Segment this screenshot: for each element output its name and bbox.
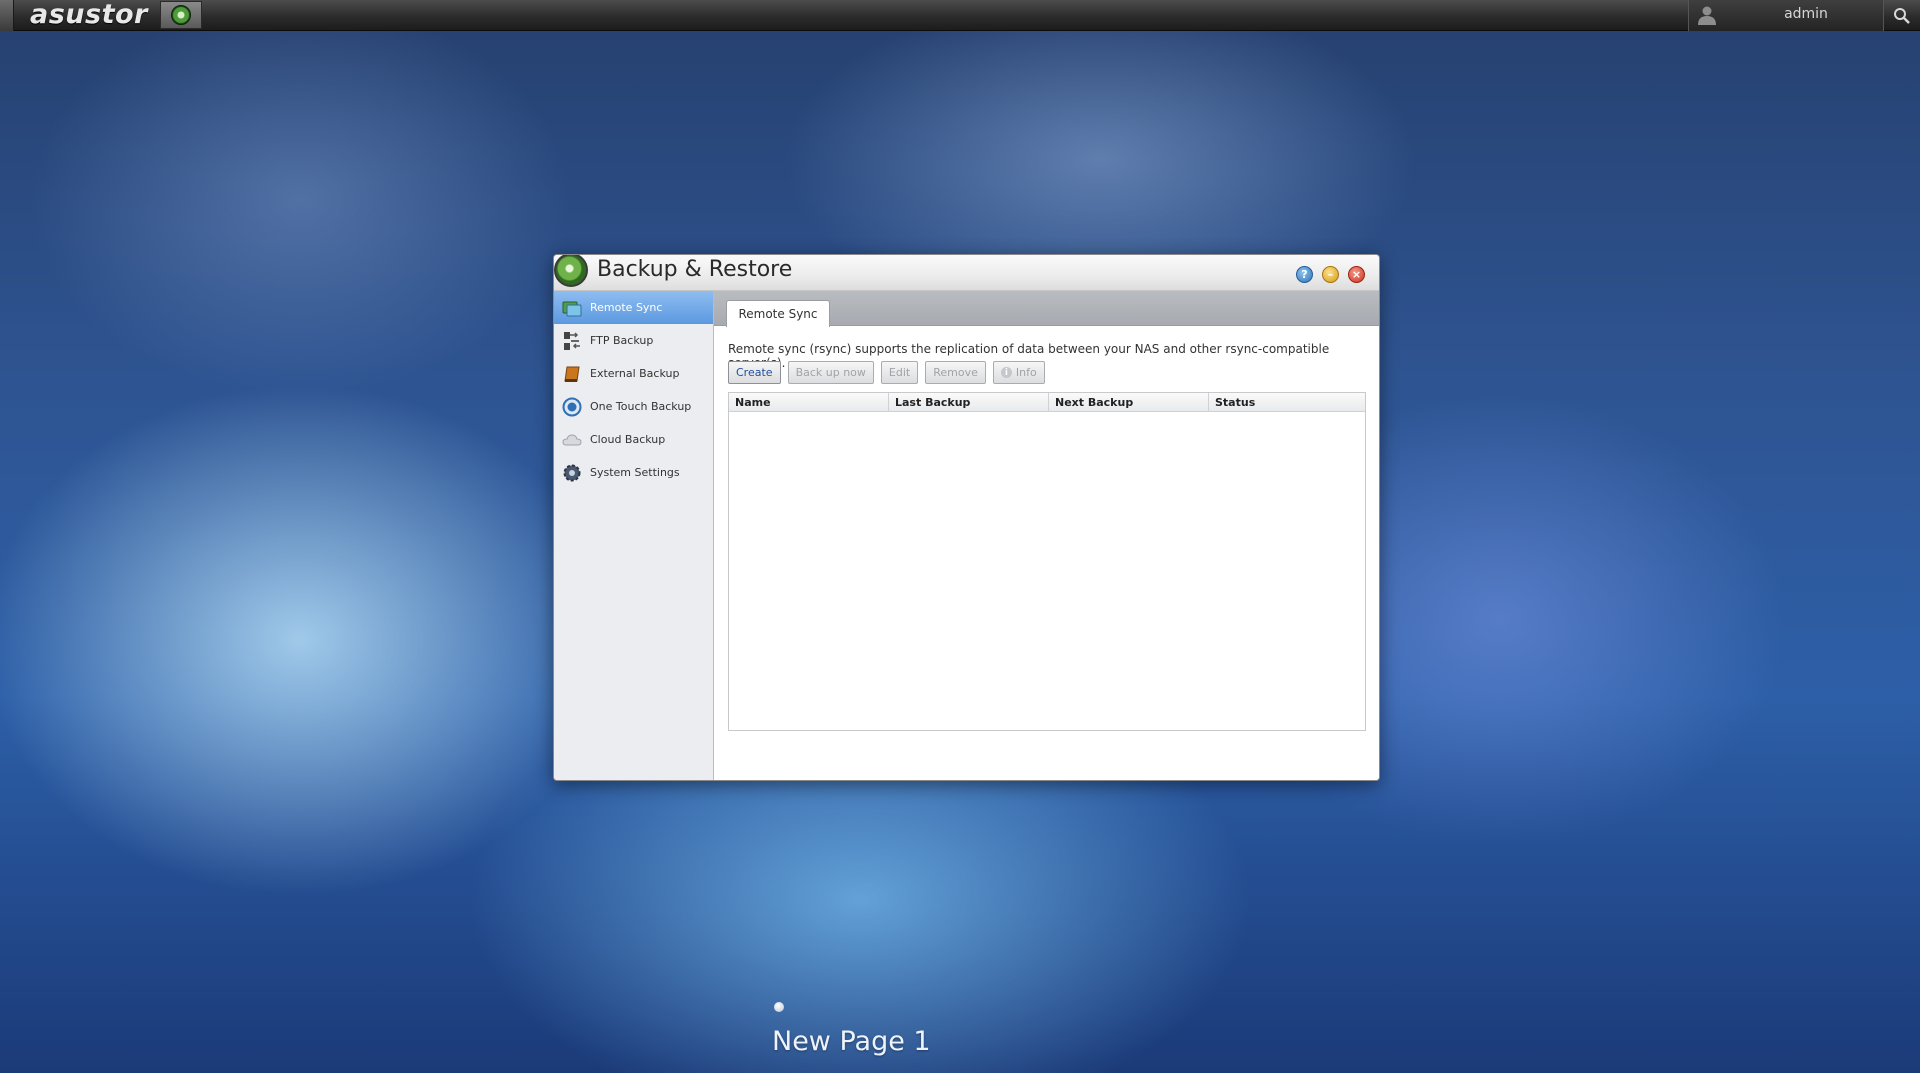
column-header-next-backup[interactable]: Next Backup xyxy=(1049,393,1209,411)
create-button[interactable]: Create xyxy=(728,361,781,384)
cloud-backup-icon xyxy=(562,434,582,446)
one-touch-backup-icon xyxy=(562,397,582,417)
backup-restore-icon xyxy=(171,5,191,25)
minimize-icon: – xyxy=(1327,268,1334,281)
sidebar-item-remote-sync[interactable]: Remote Sync xyxy=(554,291,713,324)
sidebar-item-external-backup[interactable]: External Backup xyxy=(554,357,713,390)
external-backup-icon xyxy=(564,366,580,382)
remote-sync-icon xyxy=(562,301,582,317)
help-icon: ? xyxy=(1301,268,1308,281)
sidebar-item-system-settings[interactable]: System Settings xyxy=(554,456,713,489)
desktop-page-label: New Page 1 xyxy=(772,1026,931,1057)
sidebar-item-one-touch-backup[interactable]: One Touch Backup xyxy=(554,390,713,423)
help-button[interactable]: ? xyxy=(1296,266,1313,283)
sidebar-item-label: System Settings xyxy=(590,466,680,479)
sidebar-item-label: Cloud Backup xyxy=(590,433,666,446)
info-button-label: Info xyxy=(1015,366,1037,379)
backup-restore-icon xyxy=(554,255,588,287)
backup-restore-window: Backup & Restore ? – × Remote Sync FTP B… xyxy=(553,254,1380,781)
asustor-logo[interactable]: asustor xyxy=(30,1,148,29)
window-title: Backup & Restore xyxy=(597,257,793,282)
sidebar: Remote Sync FTP Backup External Backup O… xyxy=(554,291,714,780)
minimize-button[interactable]: – xyxy=(1322,266,1339,283)
table-header: Name Last Backup Next Backup Status xyxy=(729,393,1365,412)
user-icon xyxy=(1698,6,1716,25)
window-titlebar[interactable]: Backup & Restore ? – × xyxy=(554,255,1379,291)
close-button[interactable]: × xyxy=(1348,266,1365,283)
page-indicator-dot[interactable] xyxy=(774,1002,784,1012)
taskbar-edge xyxy=(0,0,14,31)
sidebar-item-label: One Touch Backup xyxy=(590,400,692,413)
column-header-status[interactable]: Status xyxy=(1209,393,1365,411)
column-header-last-backup[interactable]: Last Backup xyxy=(889,393,1049,411)
tab-remote-sync[interactable]: Remote Sync xyxy=(726,300,830,327)
remove-button[interactable]: Remove xyxy=(925,361,986,384)
back-up-now-button[interactable]: Back up now xyxy=(787,361,874,384)
toolbar: Create Back up now Edit Remove i Info xyxy=(728,361,1045,384)
search-button[interactable] xyxy=(1884,0,1920,31)
column-header-name[interactable]: Name xyxy=(729,393,889,411)
sidebar-item-label: External Backup xyxy=(590,367,680,380)
content-panel: Remote Sync Remote sync (rsync) supports… xyxy=(714,291,1379,780)
tab-strip: Remote Sync xyxy=(714,291,1379,327)
close-icon: × xyxy=(1351,268,1362,281)
sidebar-item-ftp-backup[interactable]: FTP Backup xyxy=(554,324,713,357)
sidebar-item-label: Remote Sync xyxy=(590,301,663,314)
sidebar-item-label: FTP Backup xyxy=(590,334,654,347)
user-menu[interactable]: admin xyxy=(1688,0,1884,31)
search-icon xyxy=(1894,7,1910,24)
edit-button[interactable]: Edit xyxy=(880,361,919,384)
sync-jobs-table: Name Last Backup Next Backup Status xyxy=(728,392,1366,731)
info-button[interactable]: i Info xyxy=(992,361,1045,384)
system-settings-icon xyxy=(563,464,581,482)
taskbar: asustor admin xyxy=(0,0,1920,31)
info-icon: i xyxy=(1000,367,1012,378)
ftp-backup-icon xyxy=(564,332,580,350)
sidebar-item-cloud-backup[interactable]: Cloud Backup xyxy=(554,423,713,456)
user-name: admin xyxy=(1784,6,1828,22)
taskbar-app-backup-restore[interactable] xyxy=(160,1,202,29)
